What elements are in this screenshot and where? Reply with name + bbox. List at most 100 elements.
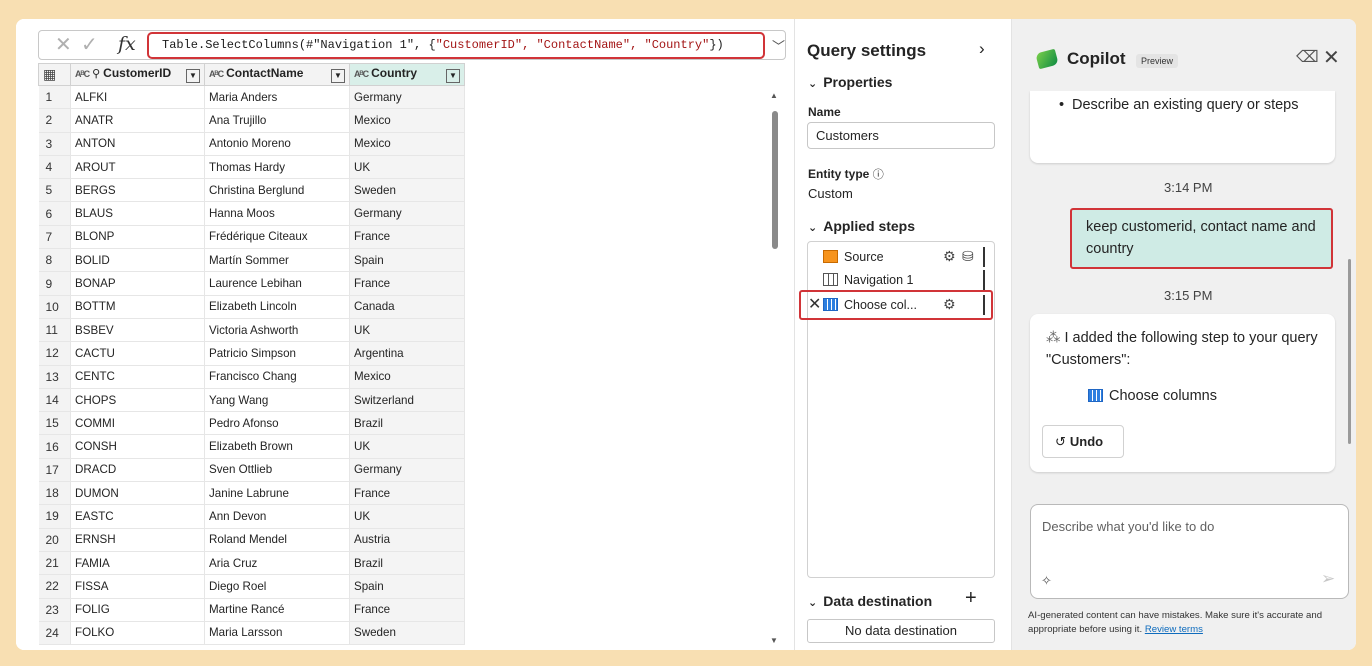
contactname-cell[interactable]: Maria Anders: [204, 85, 350, 110]
table-row[interactable]: 2 ANATR Ana Trujillo Mexico: [38, 108, 465, 133]
table-row[interactable]: 4 AROUT Thomas Hardy UK: [38, 155, 465, 180]
table-row[interactable]: 3 ANTON Antonio Moreno Mexico: [38, 132, 465, 156]
collapse-panel-icon[interactable]: ›: [979, 39, 985, 59]
table-row[interactable]: 5 BERGS Christina Berglund Sweden: [38, 178, 465, 203]
expand-formula-icon[interactable]: ﹀: [772, 36, 785, 55]
scroll-up-icon[interactable]: ▲: [770, 91, 778, 100]
step-choose-columns[interactable]: Choose col...: [823, 295, 917, 315]
info-icon[interactable]: ⓘ: [873, 169, 884, 181]
column-header-customerid[interactable]: AᴮC ⚲ CustomerID ▼: [70, 63, 205, 86]
confirm-formula-icon[interactable]: ✓: [81, 34, 98, 56]
column-filter-icon[interactable]: ▼: [446, 69, 460, 83]
table-row[interactable]: 13 CENTC Francisco Chang Mexico: [38, 365, 465, 389]
contactname-cell[interactable]: Hanna Moos: [204, 201, 350, 226]
copilot-prompt-input[interactable]: Describe what you'd like to do ✧ ➢: [1030, 504, 1349, 599]
country-cell[interactable]: UK: [349, 434, 465, 459]
column-header-contactname[interactable]: AᴮC ContactName ▼: [204, 63, 350, 86]
customerid-cell[interactable]: DUMON: [70, 481, 205, 506]
step-source[interactable]: Source: [823, 247, 884, 267]
country-cell[interactable]: Mexico: [349, 365, 465, 389]
country-cell[interactable]: Germany: [349, 85, 465, 110]
contactname-cell[interactable]: Thomas Hardy: [204, 155, 350, 180]
table-row[interactable]: 16 CONSH Elizabeth Brown UK: [38, 434, 465, 459]
contactname-cell[interactable]: Francisco Chang: [204, 365, 350, 389]
customerid-cell[interactable]: BLAUS: [70, 201, 205, 226]
country-cell[interactable]: Spain: [349, 574, 465, 599]
contactname-cell[interactable]: Ann Devon: [204, 504, 350, 529]
table-row[interactable]: 9 BONAP Laurence Lebihan France: [38, 271, 465, 296]
customerid-cell[interactable]: ERNSH: [70, 528, 205, 552]
table-row[interactable]: 8 BOLID Martín Sommer Spain: [38, 248, 465, 273]
table-row[interactable]: 14 CHOPS Yang Wang Switzerland: [38, 388, 465, 413]
country-cell[interactable]: France: [349, 481, 465, 506]
customerid-cell[interactable]: FAMIA: [70, 551, 205, 576]
customerid-cell[interactable]: DRACD: [70, 458, 205, 483]
scroll-down-icon[interactable]: ▼: [770, 636, 778, 645]
country-cell[interactable]: Canada: [349, 295, 465, 319]
country-cell[interactable]: Argentina: [349, 341, 465, 366]
table-row[interactable]: 19 EASTC Ann Devon UK: [38, 504, 465, 529]
customerid-cell[interactable]: CONSH: [70, 434, 205, 459]
contactname-cell[interactable]: Victoria Ashworth: [204, 318, 350, 343]
country-cell[interactable]: UK: [349, 155, 465, 180]
delete-step-icon[interactable]: ✕: [808, 294, 821, 314]
contactname-cell[interactable]: Christina Berglund: [204, 178, 350, 203]
table-row[interactable]: 17 DRACD Sven Ottlieb Germany: [38, 458, 465, 483]
country-cell[interactable]: Sweden: [349, 621, 465, 646]
country-cell[interactable]: Switzerland: [349, 388, 465, 413]
country-cell[interactable]: Mexico: [349, 108, 465, 133]
customerid-cell[interactable]: CACTU: [70, 341, 205, 366]
country-cell[interactable]: Sweden: [349, 178, 465, 203]
contactname-cell[interactable]: Patricio Simpson: [204, 341, 350, 366]
query-name-input[interactable]: Customers: [807, 122, 995, 149]
country-cell[interactable]: Austria: [349, 528, 465, 552]
table-row[interactable]: 12 CACTU Patricio Simpson Argentina: [38, 341, 465, 366]
country-cell[interactable]: France: [349, 271, 465, 296]
data-destination-value[interactable]: No data destination: [807, 619, 995, 643]
scrollbar-thumb[interactable]: [772, 111, 778, 249]
applied-steps-header[interactable]: ⌄ Applied steps: [808, 218, 915, 234]
table-row[interactable]: 20 ERNSH Roland Mendel Austria: [38, 528, 465, 552]
customerid-cell[interactable]: BONAP: [70, 271, 205, 296]
clear-chat-icon[interactable]: ⌫: [1296, 47, 1319, 67]
contactname-cell[interactable]: Maria Larsson: [204, 621, 350, 646]
step-navigation-1[interactable]: Navigation 1: [823, 270, 914, 290]
table-row[interactable]: 7 BLONP Frédérique Citeaux France: [38, 225, 465, 250]
table-row[interactable]: 10 BOTTM Elizabeth Lincoln Canada: [38, 295, 465, 319]
country-cell[interactable]: Germany: [349, 201, 465, 226]
contactname-cell[interactable]: Roland Mendel: [204, 528, 350, 552]
undo-button[interactable]: ↺ Undo: [1042, 425, 1124, 458]
contactname-cell[interactable]: Martín Sommer: [204, 248, 350, 273]
table-row[interactable]: 23 FOLIG Martine Rancé France: [38, 598, 465, 622]
country-cell[interactable]: Germany: [349, 458, 465, 483]
contactname-cell[interactable]: Aria Cruz: [204, 551, 350, 576]
country-cell[interactable]: UK: [349, 318, 465, 343]
country-cell[interactable]: Spain: [349, 248, 465, 273]
vertical-scrollbar[interactable]: ▲ ▼: [770, 81, 780, 650]
table-row[interactable]: 18 DUMON Janine Labrune France: [38, 481, 465, 506]
country-cell[interactable]: Mexico: [349, 132, 465, 156]
contactname-cell[interactable]: Janine Labrune: [204, 481, 350, 506]
customerid-cell[interactable]: FISSA: [70, 574, 205, 599]
table-row[interactable]: 11 BSBEV Victoria Ashworth UK: [38, 318, 465, 343]
contactname-cell[interactable]: Sven Ottlieb: [204, 458, 350, 483]
column-header-country[interactable]: AᴮC Country ▼: [349, 63, 465, 86]
contactname-cell[interactable]: Ana Trujillo: [204, 108, 350, 133]
table-row[interactable]: 24 FOLKO Maria Larsson Sweden: [38, 621, 465, 646]
customerid-cell[interactable]: AROUT: [70, 155, 205, 180]
customerid-cell[interactable]: BLONP: [70, 225, 205, 250]
contactname-cell[interactable]: Elizabeth Brown: [204, 434, 350, 459]
country-cell[interactable]: UK: [349, 504, 465, 529]
customerid-cell[interactable]: BSBEV: [70, 318, 205, 343]
copilot-scrollbar[interactable]: [1348, 259, 1351, 444]
customerid-cell[interactable]: ANATR: [70, 108, 205, 133]
country-cell[interactable]: Brazil: [349, 411, 465, 436]
customerid-cell[interactable]: CENTC: [70, 365, 205, 389]
country-cell[interactable]: France: [349, 598, 465, 622]
table-menu-icon[interactable]: ▦: [38, 63, 71, 86]
contactname-cell[interactable]: Pedro Afonso: [204, 411, 350, 436]
contactname-cell[interactable]: Laurence Lebihan: [204, 271, 350, 296]
contactname-cell[interactable]: Antonio Moreno: [204, 132, 350, 156]
contactname-cell[interactable]: Elizabeth Lincoln: [204, 295, 350, 319]
table-row[interactable]: 6 BLAUS Hanna Moos Germany: [38, 201, 465, 226]
